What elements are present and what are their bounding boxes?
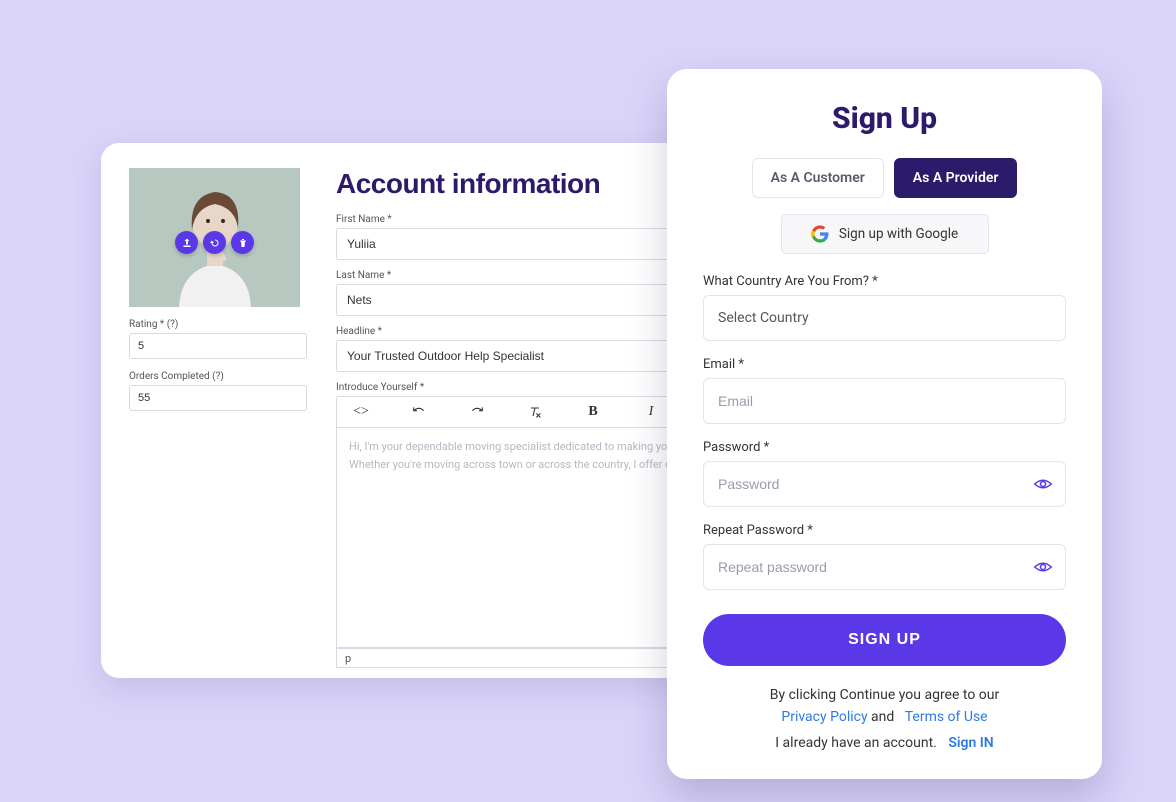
signup-card: Sign Up As A Customer As A Provider Sign…	[667, 69, 1102, 779]
toggle-repeat-password-visibility-icon[interactable]	[1032, 556, 1054, 578]
google-icon	[811, 225, 829, 243]
italic-button[interactable]: I	[631, 398, 671, 426]
have-account-text: I already have an account.	[775, 735, 937, 751]
repeat-password-label: Repeat Password *	[703, 523, 1066, 538]
clear-format-button[interactable]	[515, 398, 555, 426]
code-view-button[interactable]: <>	[341, 398, 381, 426]
google-signup-button[interactable]: Sign up with Google	[781, 214, 989, 254]
sign-in-link[interactable]: Sign IN	[948, 735, 993, 751]
google-signup-label: Sign up with Google	[839, 226, 958, 242]
password-input[interactable]	[703, 461, 1066, 507]
signup-submit-button[interactable]: SIGN UP	[703, 614, 1066, 666]
country-label: What Country Are You From? *	[703, 274, 1066, 289]
terms-of-use-link[interactable]: Terms of Use	[905, 709, 988, 725]
upload-photo-button[interactable]	[175, 231, 198, 254]
rating-label: Rating * (?)	[129, 319, 310, 330]
toggle-password-visibility-icon[interactable]	[1032, 473, 1054, 495]
orders-label: Orders Completed (?)	[129, 371, 310, 382]
password-label: Password *	[703, 440, 1066, 455]
country-select[interactable]: Select Country	[703, 295, 1066, 341]
profile-photo	[129, 168, 300, 307]
signup-title: Sign Up	[703, 101, 1066, 136]
bold-button[interactable]: B	[573, 398, 613, 426]
tab-as-provider[interactable]: As A Provider	[894, 158, 1018, 198]
email-input[interactable]	[703, 378, 1066, 424]
rating-input[interactable]	[129, 333, 307, 359]
email-label: Email *	[703, 357, 1066, 372]
delete-photo-button[interactable]	[231, 231, 254, 254]
undo-button[interactable]	[399, 398, 439, 426]
agree-text: By clicking Continue you agree to our Pr…	[703, 684, 1066, 729]
tab-as-customer[interactable]: As A Customer	[752, 158, 884, 198]
privacy-policy-link[interactable]: Privacy Policy	[781, 709, 867, 725]
repeat-password-input[interactable]	[703, 544, 1066, 590]
redo-button[interactable]	[457, 398, 497, 426]
orders-completed-input[interactable]	[129, 385, 307, 411]
rotate-photo-button[interactable]	[203, 231, 226, 254]
